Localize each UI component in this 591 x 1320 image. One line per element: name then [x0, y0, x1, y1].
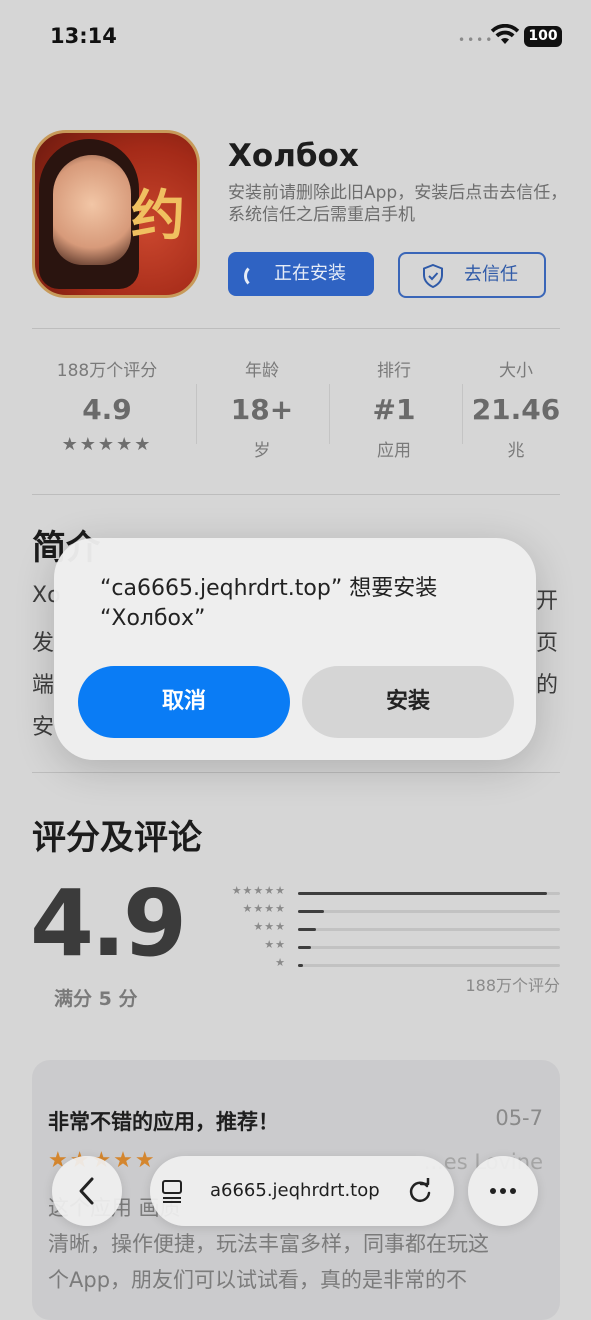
rating-bar-fill — [298, 910, 325, 913]
rating-bar-track — [298, 892, 560, 895]
rating-count: 188万个评分 — [465, 976, 560, 995]
rating-bar-2: ★★ — [210, 938, 560, 955]
stat-ratings-stars: ★★★★★ — [61, 434, 153, 455]
stat-separator — [462, 384, 463, 444]
intro-line: 页 — [536, 631, 559, 656]
stat-rank-label: 排行 — [377, 361, 411, 381]
rating-bar-track — [298, 964, 560, 967]
app-icon-glyph: 约 — [131, 183, 185, 247]
rating-bar-fill — [298, 928, 317, 931]
app-title: Холбох — [228, 138, 359, 174]
stat-size-unit: 兆 — [507, 441, 525, 461]
rating-bar-fill — [298, 946, 312, 949]
stat-separator — [329, 384, 330, 444]
review-text-line: 个App，朋友们可以试试看，真的是非常的不 — [48, 1268, 468, 1292]
stat-age-value: 18+ — [230, 393, 294, 426]
stat-age-label: 年龄 — [245, 361, 279, 381]
more-button[interactable] — [468, 1156, 538, 1226]
cancel-button[interactable]: 取消 — [78, 666, 290, 738]
divider — [32, 494, 560, 495]
intro-line: 开 — [536, 589, 559, 614]
rating-bar-5: ★★★★★ — [210, 884, 560, 901]
stat-age-unit: 岁 — [253, 441, 271, 461]
stat-rank-unit: 应用 — [377, 441, 411, 461]
url-text: a6665.jeqhrdrt.top — [210, 1180, 380, 1201]
rating-bar-stars: ★ — [275, 956, 286, 969]
stat-ratings-value: 4.9 — [82, 393, 132, 426]
rating-bar-track — [298, 928, 560, 931]
tabs-icon — [162, 1180, 182, 1203]
rating-bar-track — [298, 946, 560, 949]
install-dialog: “ca6665.jeqhrdrt.top” 想要安装 “Холбох” 取消 安… — [54, 538, 536, 760]
stat-size-label: 大小 — [499, 361, 533, 381]
address-bar[interactable]: a6665.jeqhrdrt.top — [150, 1156, 454, 1226]
rating-bar-track — [298, 910, 560, 913]
installing-button[interactable]: 正在安装 — [228, 252, 374, 296]
reload-icon[interactable] — [406, 1178, 434, 1206]
rating-bar-fill — [298, 964, 304, 967]
review-text-line: 清晰，操作便捷，玩法丰富多样，同事都在玩这 — [48, 1232, 489, 1256]
stat-age: 年龄 18+ 岁 — [212, 356, 312, 461]
rating-out-of: 满分 5 分 — [54, 988, 138, 1010]
rating-bar-3: ★★★ — [210, 920, 560, 937]
stat-ratings-label: 188万个评分 — [56, 361, 158, 381]
intro-line: 的 — [536, 673, 559, 698]
chevron-left-icon — [79, 1177, 94, 1205]
rating-bar-1: ★ — [210, 956, 560, 973]
rating-bar-stars: ★★★★ — [242, 902, 286, 915]
intro-line: 端 — [32, 673, 55, 698]
spinner-icon — [244, 264, 268, 288]
rating-bar-fill — [298, 892, 547, 895]
rating-score: 4.9 — [30, 870, 187, 977]
rating-bar-stars: ★★ — [264, 938, 286, 951]
dialog-title: “ca6665.jeqhrdrt.top” 想要安装 “Холбох” — [100, 576, 438, 631]
trust-button[interactable]: 去信任 — [398, 252, 546, 298]
stat-size: 大小 21.46 兆 — [466, 356, 566, 461]
shield-check-icon — [423, 264, 443, 288]
app-subtitle: 安装前请删除此旧App，安装后点击去信任，系统信任之后需重启手机 — [228, 183, 568, 225]
more-icon — [490, 1188, 516, 1194]
stat-rank-value: #1 — [372, 393, 416, 426]
review-date: 05-7 — [495, 1106, 543, 1130]
rating-bar-4: ★★★★ — [210, 902, 560, 919]
app-icon-face — [53, 155, 131, 265]
intro-line: 发 — [32, 631, 55, 656]
stat-ratings: 188万个评分 4.9 ★★★★★ — [40, 356, 174, 455]
app-icon: 约 — [32, 130, 200, 298]
trust-label: 去信任 — [464, 264, 518, 285]
divider — [32, 772, 560, 773]
divider — [32, 328, 560, 329]
rating-bar-stars: ★★★ — [253, 920, 286, 933]
install-button[interactable]: 安装 — [302, 666, 514, 738]
stat-size-value: 21.46 — [471, 393, 561, 426]
review-title: 非常不错的应用，推荐！ — [48, 1110, 279, 1134]
intro-line: 安 — [32, 715, 55, 740]
installing-label: 正在安装 — [274, 263, 346, 284]
rating-bar-stars: ★★★★★ — [231, 884, 286, 897]
stat-separator — [196, 384, 197, 444]
back-button[interactable] — [52, 1156, 122, 1226]
ratings-heading: 评分及评论 — [32, 818, 202, 858]
stat-rank: 排行 #1 应用 — [344, 356, 444, 461]
